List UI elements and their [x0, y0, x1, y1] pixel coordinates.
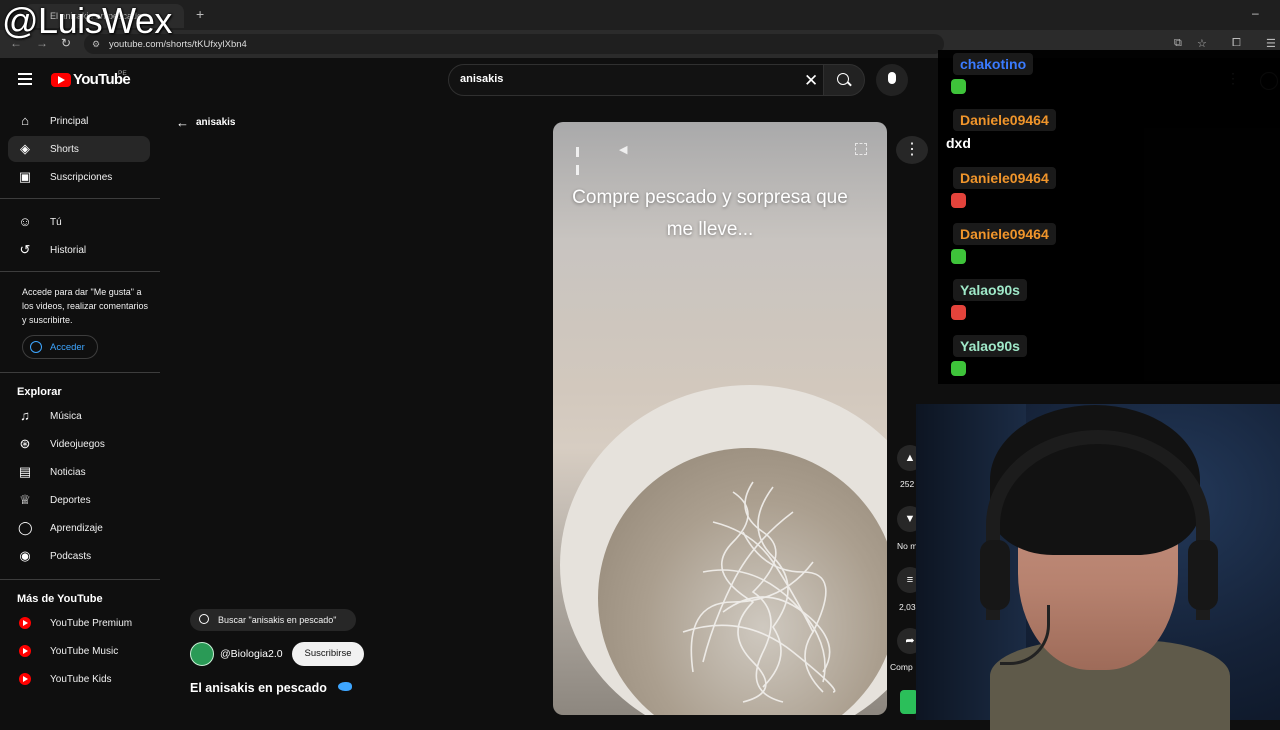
browser-tab-bar [0, 0, 1280, 30]
video-title: El anisakis en pescado [190, 681, 327, 695]
account-circle-icon [30, 341, 42, 353]
pause-icon[interactable] [576, 144, 586, 175]
sidebar-item-label: Música [50, 411, 82, 422]
install-icon[interactable]: ⧉ [1174, 37, 1182, 50]
chat-username: chakotino [953, 53, 1034, 75]
signin-button-label: Acceder [50, 342, 85, 353]
bookmark-star-icon[interactable]: ☆ [1197, 37, 1207, 50]
sidebar-item-label: Principal [50, 116, 89, 127]
sidebar-item-label: Shorts [50, 144, 79, 155]
chat-emote-icon [951, 305, 966, 320]
sidebar-item-label: YouTube Premium [50, 618, 133, 629]
sidebar-divider [0, 198, 160, 199]
more-youtube-heading: Más de YouTube [17, 593, 103, 605]
chat-emote-icon [951, 361, 966, 376]
signin-prompt: Accede para dar "Me gusta" a los videos,… [22, 287, 149, 325]
video-more-options-icon[interactable]: ⋮ [896, 136, 928, 164]
minimize-button[interactable]: – [1252, 6, 1259, 20]
chat-username: Daniele09464 [953, 167, 1056, 189]
subscriptions-icon: ▣ [18, 169, 32, 184]
like-count: 252 [900, 479, 915, 489]
sidebar-item-label: Suscripciones [50, 172, 113, 183]
sidebar-item-label: Deportes [50, 495, 91, 506]
sidebar-item-label: Tú [50, 217, 62, 228]
stream-chat-overlay [938, 50, 1280, 384]
sidebar-divider [0, 579, 160, 580]
chat-username: Daniele09464 [953, 223, 1056, 245]
chat-username: Yalao90s [953, 335, 1027, 357]
search-input-value: anisakis [460, 73, 504, 85]
podcast-icon: ◉ [19, 548, 31, 563]
dislike-label: No m [897, 541, 918, 551]
clear-search-icon[interactable]: ✕ [804, 72, 818, 89]
lightbulb-icon: ◯ [18, 520, 33, 535]
youtube-kids-icon [19, 673, 31, 685]
video-caption-overlay: Compre pescado y sorpresa que me lleve..… [572, 187, 848, 240]
history-icon: ↺ [19, 242, 31, 257]
sidebar-item-label: Noticias [50, 467, 86, 478]
search-input[interactable] [448, 64, 824, 96]
video-noodles [682, 481, 836, 703]
headset-earcup-right [1188, 540, 1218, 610]
streamer-watermark: @LuisWex [2, 0, 172, 41]
sidebar-item-label: Videojuegos [50, 439, 105, 450]
trophy-icon: ♕ [19, 492, 31, 507]
shorts-icon: ◈ [20, 141, 30, 156]
youtube-music-icon [19, 645, 31, 657]
comments-count: 2,03 [899, 602, 916, 612]
browser-menu-icon[interactable]: ☰ [1266, 37, 1276, 50]
chat-emote-icon [951, 249, 966, 264]
subscribe-button[interactable]: Suscribirse [292, 642, 364, 666]
channel-name[interactable]: @Biologia2.0 [220, 648, 283, 660]
headset-icon [986, 430, 1210, 620]
music-icon: ♫ [20, 408, 30, 423]
new-tab-button[interactable]: + [196, 6, 204, 22]
home-icon: ⌂ [21, 113, 29, 128]
sidebar-item-label: Historial [50, 245, 87, 256]
search-icon [199, 614, 209, 624]
youtube-logo-play [58, 76, 65, 84]
gaming-icon: ⊛ [19, 436, 31, 451]
chat-emote-icon [951, 193, 966, 208]
sidebar-item-label: YouTube Kids [50, 674, 112, 685]
sidebar-divider [0, 372, 160, 373]
related-search-text: Buscar "anisakis en pescado" [218, 615, 337, 625]
headset-earcup-left [980, 540, 1010, 610]
chat-emote-icon [951, 79, 966, 94]
search-icon [837, 73, 849, 85]
back-arrow-icon[interactable]: ← [176, 115, 189, 130]
fish-emoji-icon [338, 682, 352, 691]
chat-username: Daniele09464 [953, 109, 1056, 131]
youtube-premium-icon [19, 617, 31, 629]
sidebar-item-label: Podcasts [50, 551, 92, 562]
fullscreen-icon[interactable] [855, 143, 867, 155]
chat-message: dxd [946, 135, 971, 151]
explore-heading: Explorar [17, 386, 62, 398]
volume-icon[interactable]: ◀ [619, 143, 627, 156]
you-icon: ☺ [18, 214, 32, 229]
microphone-icon [888, 72, 896, 84]
sidebar-item-label: YouTube Music [50, 646, 119, 657]
back-to-search-label[interactable]: anisakis [196, 117, 235, 128]
sidebar-item-label: Aprendizaje [50, 523, 103, 534]
chat-username: Yalao90s [953, 279, 1027, 301]
hamburger-menu-icon[interactable] [18, 73, 32, 85]
channel-avatar[interactable] [190, 642, 214, 666]
sidebar-divider [0, 271, 160, 272]
news-icon: ▤ [18, 464, 32, 479]
share-label: Comp [890, 662, 913, 672]
region-code: PE [118, 70, 127, 77]
extensions-icon[interactable]: ⧠ [1232, 37, 1241, 50]
